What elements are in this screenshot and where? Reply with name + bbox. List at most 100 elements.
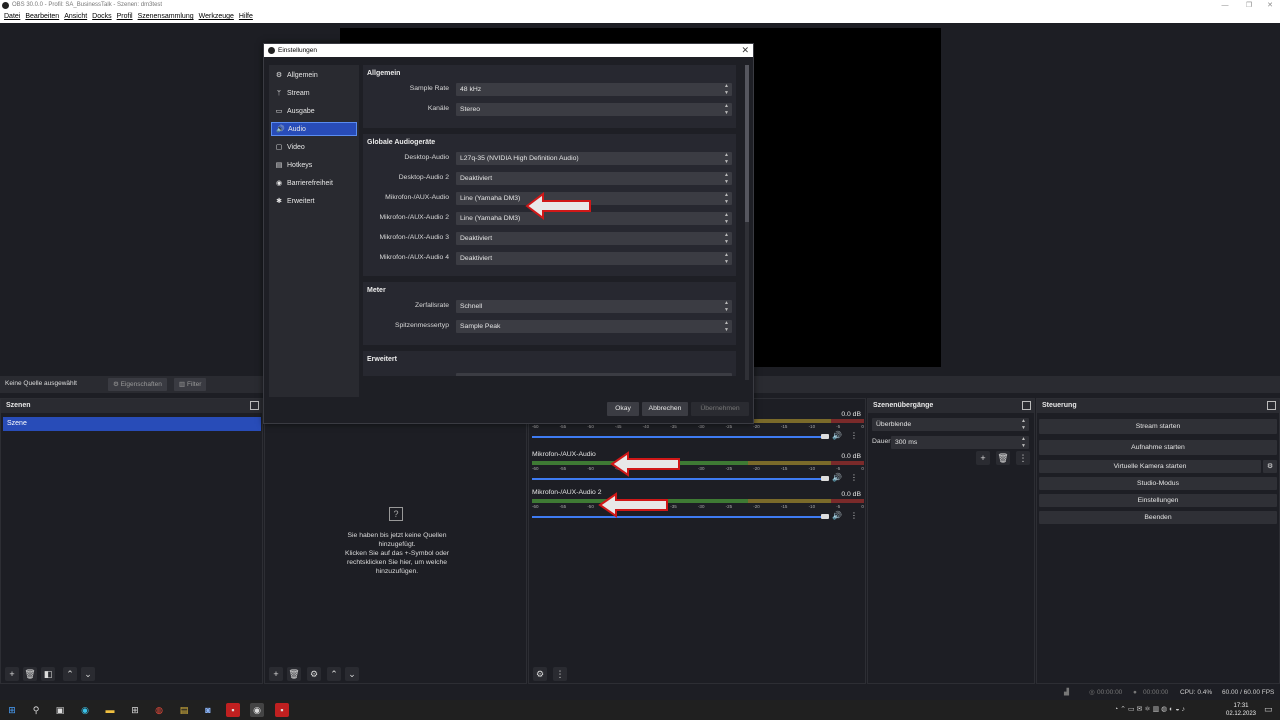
folder-icon[interactable]: ▤ [177,703,191,717]
popout-icon[interactable] [1267,401,1276,410]
settings-button[interactable]: Einstellungen [1039,494,1277,507]
menu-datei[interactable]: Datei [4,11,20,23]
channel-menu-icon[interactable]: ⋮ [850,511,858,520]
cancel-button[interactable]: Abbrechen [642,402,688,416]
studio-mode-button[interactable]: Studio-Modus [1039,477,1277,490]
transition-select[interactable]: Überblende ▲ ▼ [872,418,1029,431]
nav-erweitert[interactable]: ✱ Erweitert [271,195,357,209]
exit-button[interactable]: Beenden [1039,511,1277,524]
obs-taskbar-icon[interactable]: ◉ [250,703,264,717]
tray-icons[interactable]: ◔ ⌃ ▭ ✉ ⚛ ▥ ◍ ◐ ◒ ♪ [1114,705,1185,713]
channel-menu-icon[interactable]: ⋮ [850,431,858,440]
move-up-icon[interactable]: ⌃ [63,667,77,681]
notification-icon[interactable]: ▭ [1264,704,1273,715]
scene-item[interactable]: Szene [3,417,261,431]
nav-audio[interactable]: 🔊 Audio [271,122,357,136]
add-scene-icon[interactable]: + [5,667,19,681]
search-icon[interactable]: ⚲ [29,703,43,717]
menu-hilfe[interactable]: Hilfe [239,11,253,23]
mic-aux-3-select[interactable]: Deaktiviert ▲ ▼ [456,232,732,245]
red-arrow-annotation [610,451,680,477]
virtual-camera-button[interactable]: Virtuelle Kamera starten [1039,460,1261,473]
speaker-icon[interactable]: 🔊 [832,511,842,520]
windows-start-icon[interactable]: ⊞ [5,703,19,717]
file-explorer-icon[interactable]: ▬ [103,703,117,717]
sample-rate-select[interactable]: 48 kHz ▲ ▼ [456,83,732,96]
task-view-icon[interactable]: ▣ [53,703,67,717]
add-source-icon[interactable]: + [269,667,283,681]
speaker-icon[interactable]: 🔊 [832,431,842,440]
start-recording-button[interactable]: Aufnahme starten [1039,440,1277,455]
properties-button[interactable]: ⚙ Eigenschaften [108,378,167,391]
meter-tick-label: -15 [780,504,788,509]
menu-werkzeuge[interactable]: Werkzeuge [199,11,234,23]
nav-stream[interactable]: ᛘ Stream [271,87,357,101]
meter-tick-label: -60 [532,466,539,471]
remove-scene-icon[interactable]: 🗑 [23,667,37,681]
channels-select[interactable]: Stereo ▲ ▼ [456,103,732,116]
decay-rate-select[interactable]: Schnell ▲ ▼ [456,300,732,313]
source-up-icon[interactable]: ⌃ [327,667,341,681]
remove-transition-icon[interactable]: 🗑 [996,451,1010,465]
mixer-menu-icon[interactable]: ⋮ [553,667,567,681]
settings-content: Allgemein Sample Rate 48 kHz ▲ ▼ Kanäle St… [363,65,740,376]
apply-button[interactable]: Übernehmen [691,402,749,416]
ok-button[interactable]: Okay [607,402,639,416]
duration-spinbox[interactable]: 300 ms ▲ ▼ [891,436,1029,449]
close-icon[interactable]: ✕ [741,44,749,57]
mic-aux-2-select[interactable]: Line (Yamaha DM3) ▲ ▼ [456,212,732,225]
filter-button[interactable]: ▥ Filter [174,378,207,391]
chrome-icon[interactable]: ◍ [152,703,166,717]
popout-icon[interactable] [250,401,259,410]
volume-knob[interactable] [821,476,829,481]
menu-ansicht[interactable]: Ansicht [64,11,87,23]
store-icon[interactable]: ⊞ [128,703,142,717]
scene-filter-icon[interactable]: ◧ [41,667,55,681]
desktop-audio-select[interactable]: L27q-35 (NVIDIA High Definition Audio) ▲ ▼ [456,152,732,165]
nav-video[interactable]: ▢ Video [271,141,357,155]
mixer-settings-icon[interactable]: ⚙ [533,667,547,681]
close-icon[interactable]: ✕ [1258,0,1280,11]
edge-icon[interactable]: ◉ [78,703,92,717]
camera-app-icon[interactable]: ◙ [201,703,215,717]
desktop-audio-2-select[interactable]: Deaktiviert ▲ ▼ [456,172,732,185]
mic-aux-select[interactable]: Line (Yamaha DM3) ▲ ▼ [456,192,732,205]
volume-knob[interactable] [821,434,829,439]
mic-aux-4-select[interactable]: Deaktiviert ▲ ▼ [456,252,732,265]
meter-tick-label: -10 [808,466,816,471]
start-stream-button[interactable]: Stream starten [1039,419,1277,434]
volume-knob[interactable] [821,514,829,519]
nav-allgemein[interactable]: ⚙ Allgemein [271,69,357,83]
menu-profil[interactable]: Profil [117,11,133,23]
popout-icon[interactable] [1022,401,1031,410]
volume-slider[interactable] [532,478,824,480]
settings-scrollbar-thumb[interactable] [745,65,749,222]
source-down-icon[interactable]: ⌄ [345,667,359,681]
remove-source-icon[interactable]: 🗑 [287,667,301,681]
speaker-icon[interactable]: 🔊 [832,473,842,482]
minimize-icon[interactable]: — [1213,0,1237,11]
source-settings-icon[interactable]: ⚙ [307,667,321,681]
peak-meter-select[interactable]: Sample Peak ▲ ▼ [456,320,732,333]
nav-hotkeys[interactable]: ▤ Hotkeys [271,159,357,173]
advanced-select[interactable] [456,373,732,376]
app-red-icon[interactable]: ▪ [226,703,240,717]
volume-slider[interactable] [532,516,824,518]
add-transition-icon[interactable]: + [976,451,990,465]
move-down-icon[interactable]: ⌄ [81,667,95,681]
menu-docks[interactable]: Docks [92,11,111,23]
channel-menu-icon[interactable]: ⋮ [850,473,858,482]
clock[interactable]: 17:31 02.12.2023 [1222,702,1260,718]
question-icon: ? [389,507,403,521]
menu-szenensammlung[interactable]: Szenensammlung [138,11,194,23]
controls-dock: Steuerung Stream starten Aufnahme starte… [1036,398,1280,684]
menu-bearbeiten[interactable]: Bearbeiten [25,11,59,23]
volume-slider[interactable] [532,436,824,438]
status-bar: ▟ ◎ 00:00:00 ● 00:00:00 CPU: 0.4% 60.00 … [0,685,1280,700]
app-red2-icon[interactable]: ▪ [275,703,289,717]
transition-menu-icon[interactable]: ⋮ [1016,451,1030,465]
nav-ausgabe[interactable]: ▭ Ausgabe [271,105,357,119]
nav-barrierefreiheit[interactable]: ◉ Barrierefreiheit [271,177,357,191]
virtual-camera-settings-icon[interactable]: ⚙ [1263,460,1277,473]
meter-ticks: -60-55-50-45-40-35-30-25-20-15-10-50 [532,504,864,510]
